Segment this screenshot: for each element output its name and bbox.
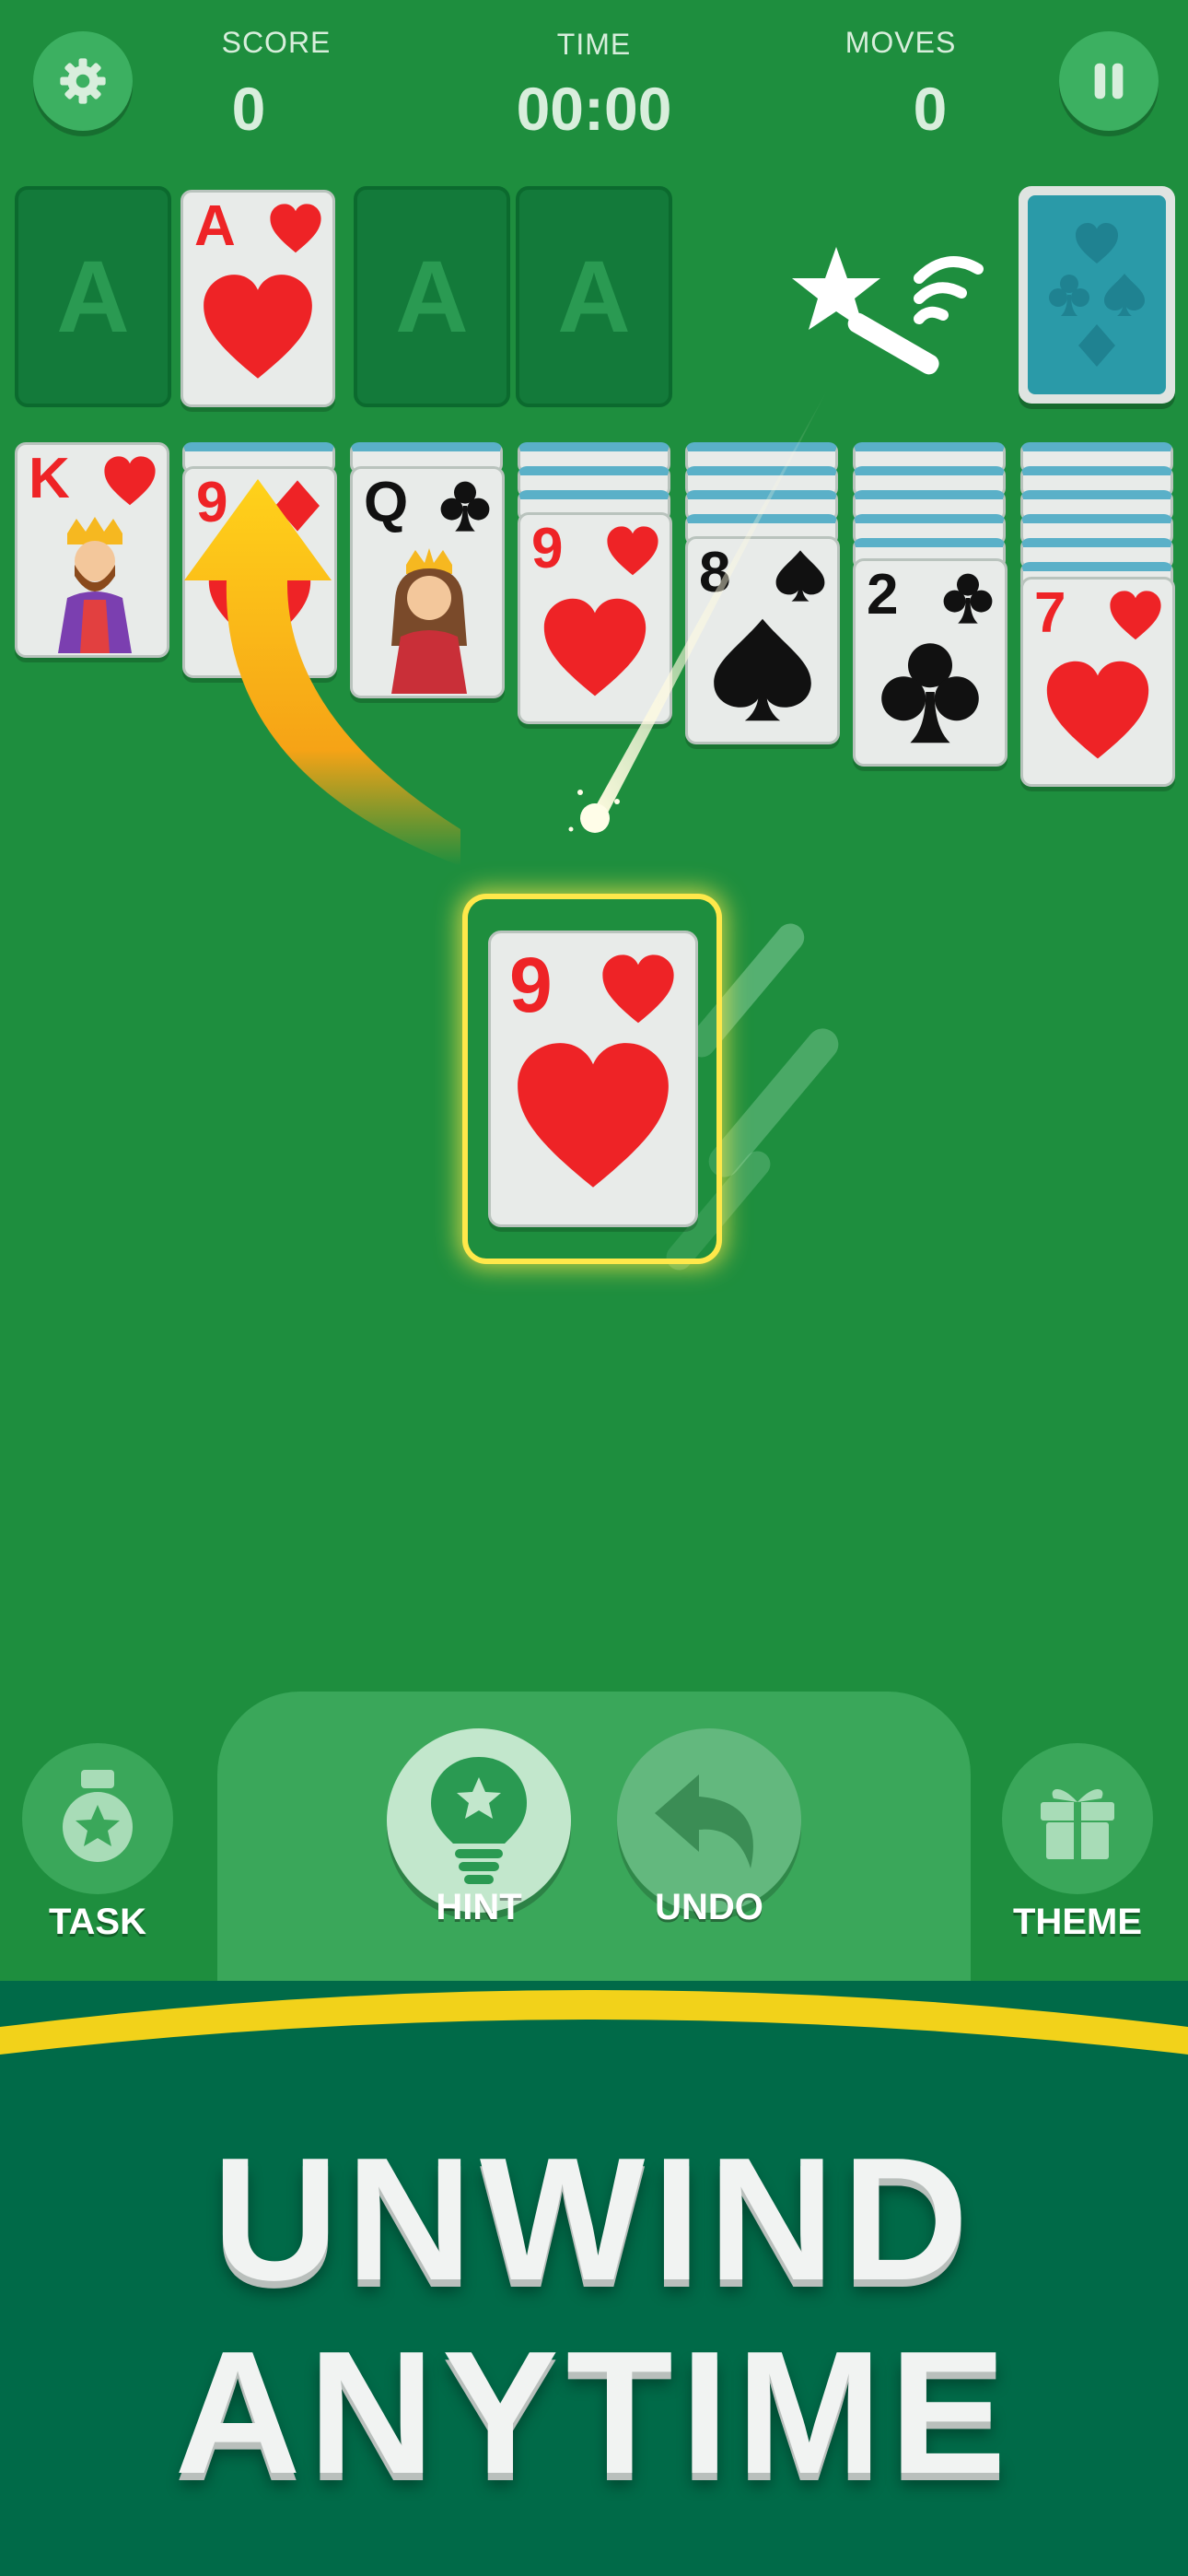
club-icon	[875, 637, 985, 747]
motion-streak	[702, 1022, 845, 1184]
moves-label: MOVES	[844, 26, 957, 59]
score-label: SCORE	[221, 26, 332, 59]
foundation-card-ace-hearts[interactable]: A	[181, 190, 335, 407]
undo-button[interactable]	[617, 1728, 801, 1913]
gift-icon	[1041, 1789, 1114, 1859]
king-figure-icon	[58, 517, 132, 653]
foundation-placeholder-label: A	[56, 240, 130, 354]
club-icon	[940, 570, 996, 626]
card-back-icon	[1049, 223, 1145, 367]
hint-label: HINT	[436, 1887, 522, 1927]
tableau-card-seven-hearts[interactable]: 7	[1020, 577, 1175, 787]
foundation-slot-3[interactable]: A	[354, 186, 510, 407]
time-value: 00:00	[516, 75, 672, 143]
magic-wand-icon	[792, 247, 984, 375]
foundation-placeholder-label: A	[395, 240, 469, 354]
tableau-card-two-clubs[interactable]: 2	[853, 558, 1007, 767]
card-rank: A	[194, 194, 236, 258]
undo-arrow-icon	[655, 1774, 753, 1868]
heart-icon	[268, 202, 323, 257]
banner-curve	[0, 1990, 1188, 2064]
action-panel	[217, 1692, 971, 1996]
hint-button[interactable]	[387, 1728, 571, 1913]
gear-icon	[60, 58, 106, 104]
moves-value: 0	[913, 75, 948, 143]
task-label: TASK	[49, 1902, 146, 1942]
pause-icon	[1094, 63, 1124, 100]
theme-label: THEME	[1013, 1902, 1142, 1942]
theme-button[interactable]	[1002, 1743, 1153, 1894]
hint-arrow-icon	[184, 479, 460, 866]
card-rank: 7	[1034, 581, 1066, 645]
lightbulb-icon	[431, 1757, 527, 1884]
sparkle-trail-icon	[568, 387, 829, 833]
heart-icon	[511, 1036, 675, 1200]
medal-icon	[63, 1770, 133, 1862]
undo-label: UNDO	[655, 1887, 763, 1927]
score-value: 0	[231, 75, 266, 143]
card-rank: K	[29, 447, 70, 510]
heart-icon	[1108, 589, 1163, 644]
dragged-card-nine-hearts[interactable]: 9	[488, 931, 698, 1227]
foundation-placeholder-label: A	[557, 240, 631, 354]
foundation-slot-4[interactable]: A	[516, 186, 672, 407]
tableau-card-king-hearts[interactable]: K	[15, 442, 169, 658]
foundation-slot-1[interactable]: A	[15, 186, 171, 407]
heart-icon	[102, 454, 157, 509]
pause-button[interactable]	[1059, 31, 1159, 131]
heart-icon	[1042, 657, 1153, 767]
time-label: TIME	[556, 28, 632, 61]
settings-button[interactable]	[33, 31, 133, 131]
task-button[interactable]	[22, 1743, 173, 1894]
card-rank: 9	[509, 942, 553, 1028]
stock-pile[interactable]	[1019, 186, 1175, 404]
heart-icon	[199, 270, 317, 388]
card-back-pattern	[1028, 195, 1166, 394]
heart-icon	[600, 952, 677, 1029]
headline-line-1: UNWIND	[212, 2122, 976, 2317]
card-rank: 2	[867, 563, 899, 626]
headline-line-2: ANYTIME	[174, 2315, 1014, 2511]
